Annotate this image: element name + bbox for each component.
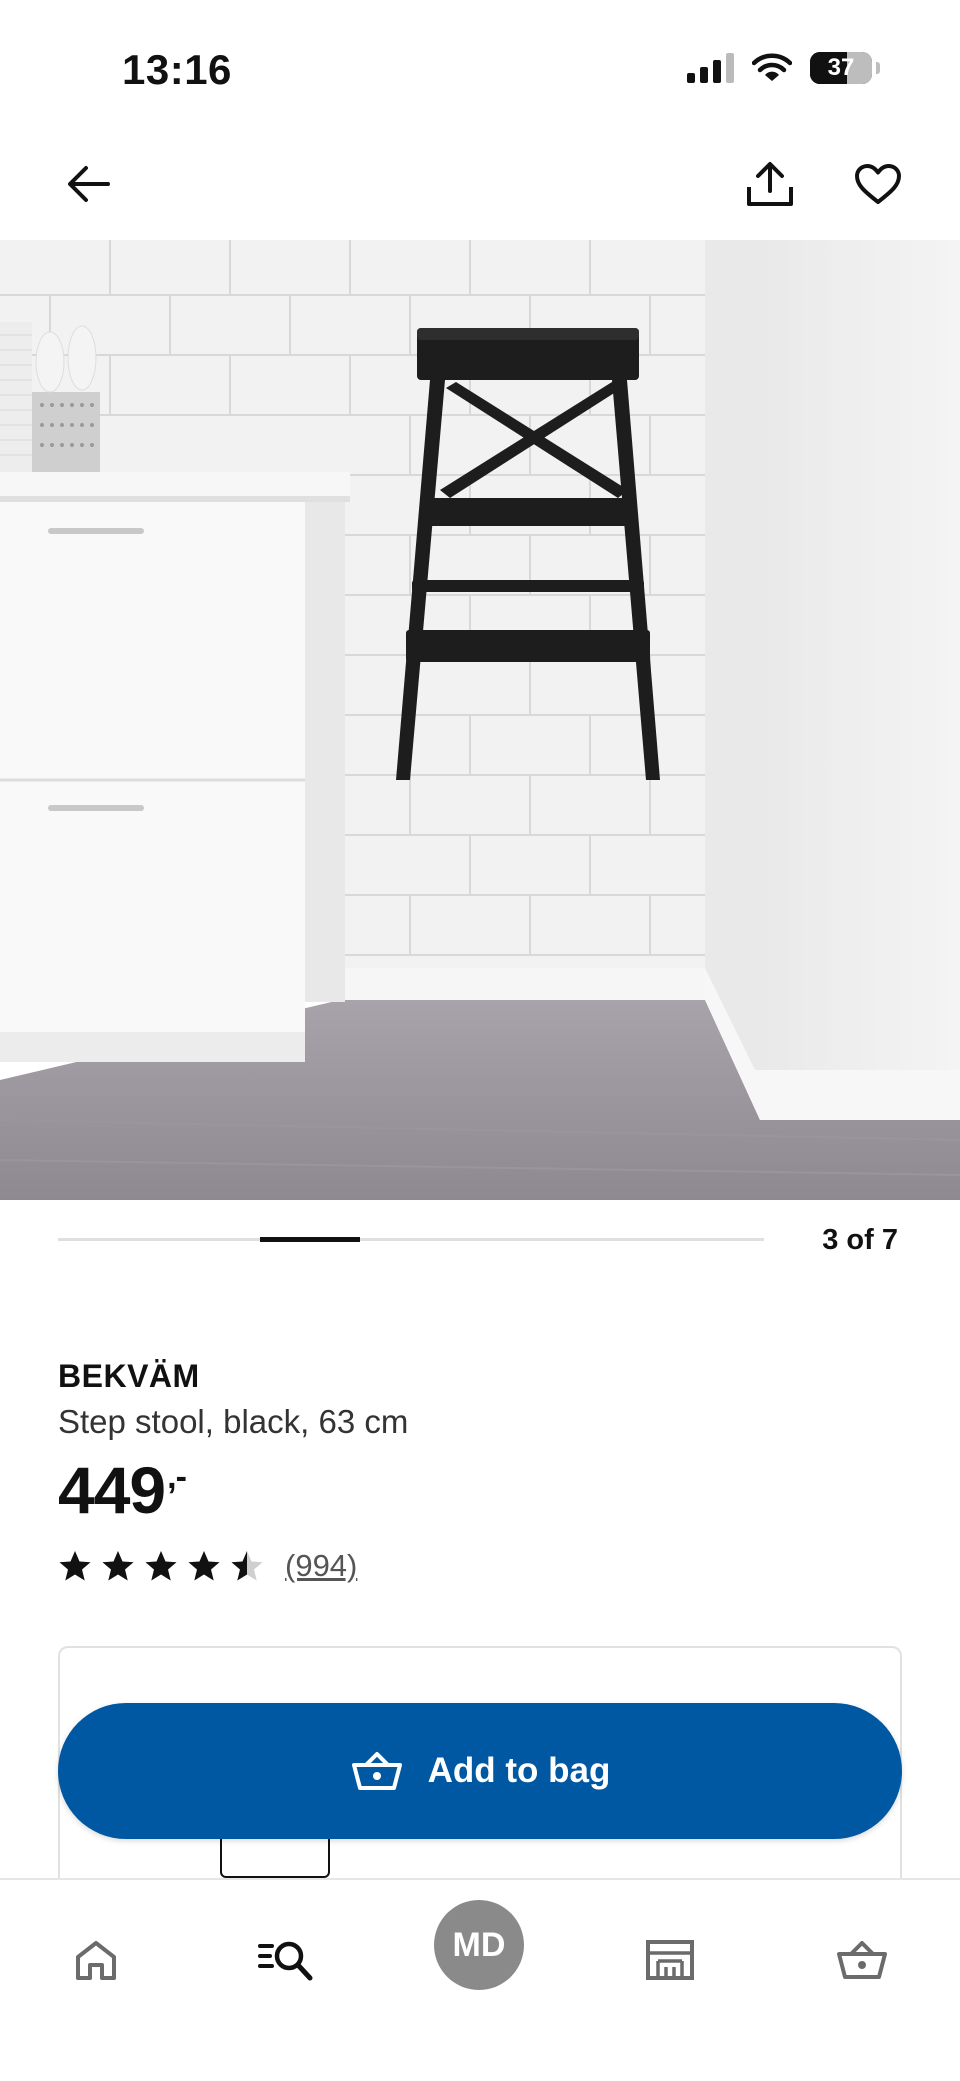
signal-icon (687, 53, 734, 83)
product-image[interactable] (0, 240, 960, 1200)
star-icon (145, 1551, 177, 1581)
back-arrow-icon (68, 166, 110, 202)
product-photo (0, 240, 960, 1200)
image-carousel-indicator: 3 of 7 (58, 1224, 898, 1256)
review-count-link[interactable]: (994) (285, 1548, 357, 1584)
shopping-bag-icon (837, 1941, 887, 1979)
home-icon (76, 1941, 116, 1980)
price-suffix: ,- (167, 1458, 187, 1496)
image-counter: 3 of 7 (822, 1224, 898, 1256)
share-icon (747, 162, 793, 206)
product-name: BEKVÄM (58, 1358, 200, 1394)
share-button[interactable] (730, 144, 810, 224)
product-rating[interactable]: (994) (58, 1548, 357, 1584)
rating-stars (58, 1549, 264, 1583)
heart-icon (855, 164, 901, 204)
battery-percent: 37 (827, 54, 855, 81)
top-app-bar (0, 140, 960, 240)
nav-search[interactable] (246, 1920, 326, 2000)
star-icon (59, 1551, 91, 1581)
price-value: 449 (58, 1453, 166, 1527)
status-icons: 37 (687, 52, 880, 84)
product-description: Step stool, black, 63 cm (58, 1403, 409, 1440)
bag-icon (351, 1752, 402, 1790)
product-price: 449,- (58, 1452, 187, 1528)
nav-profile-avatar[interactable]: MD (434, 1900, 524, 1990)
nav-stores[interactable] (630, 1920, 710, 2000)
profile-initials: MD (452, 1925, 506, 1964)
back-button[interactable] (48, 144, 128, 224)
status-time: 13:16 (122, 46, 232, 93)
favorite-button[interactable] (838, 144, 918, 224)
status-bar: 13:16 37 (0, 0, 960, 140)
battery-icon: 37 (810, 52, 872, 84)
star-icon (188, 1551, 220, 1581)
nav-home[interactable] (56, 1920, 136, 2000)
carousel-track (58, 1237, 764, 1242)
star-icon (102, 1551, 134, 1581)
nav-bag[interactable] (822, 1920, 902, 2000)
stores-icon (646, 1940, 694, 1980)
search-icon (258, 1941, 313, 1981)
wifi-icon (752, 53, 792, 81)
star-icon (231, 1551, 263, 1581)
add-to-bag-label: Add to bag (427, 1751, 611, 1790)
bottom-navigation: MD (0, 1878, 960, 2081)
carousel-position-thumb (260, 1237, 360, 1242)
add-to-bag-button[interactable]: Add to bag (58, 1703, 902, 1839)
